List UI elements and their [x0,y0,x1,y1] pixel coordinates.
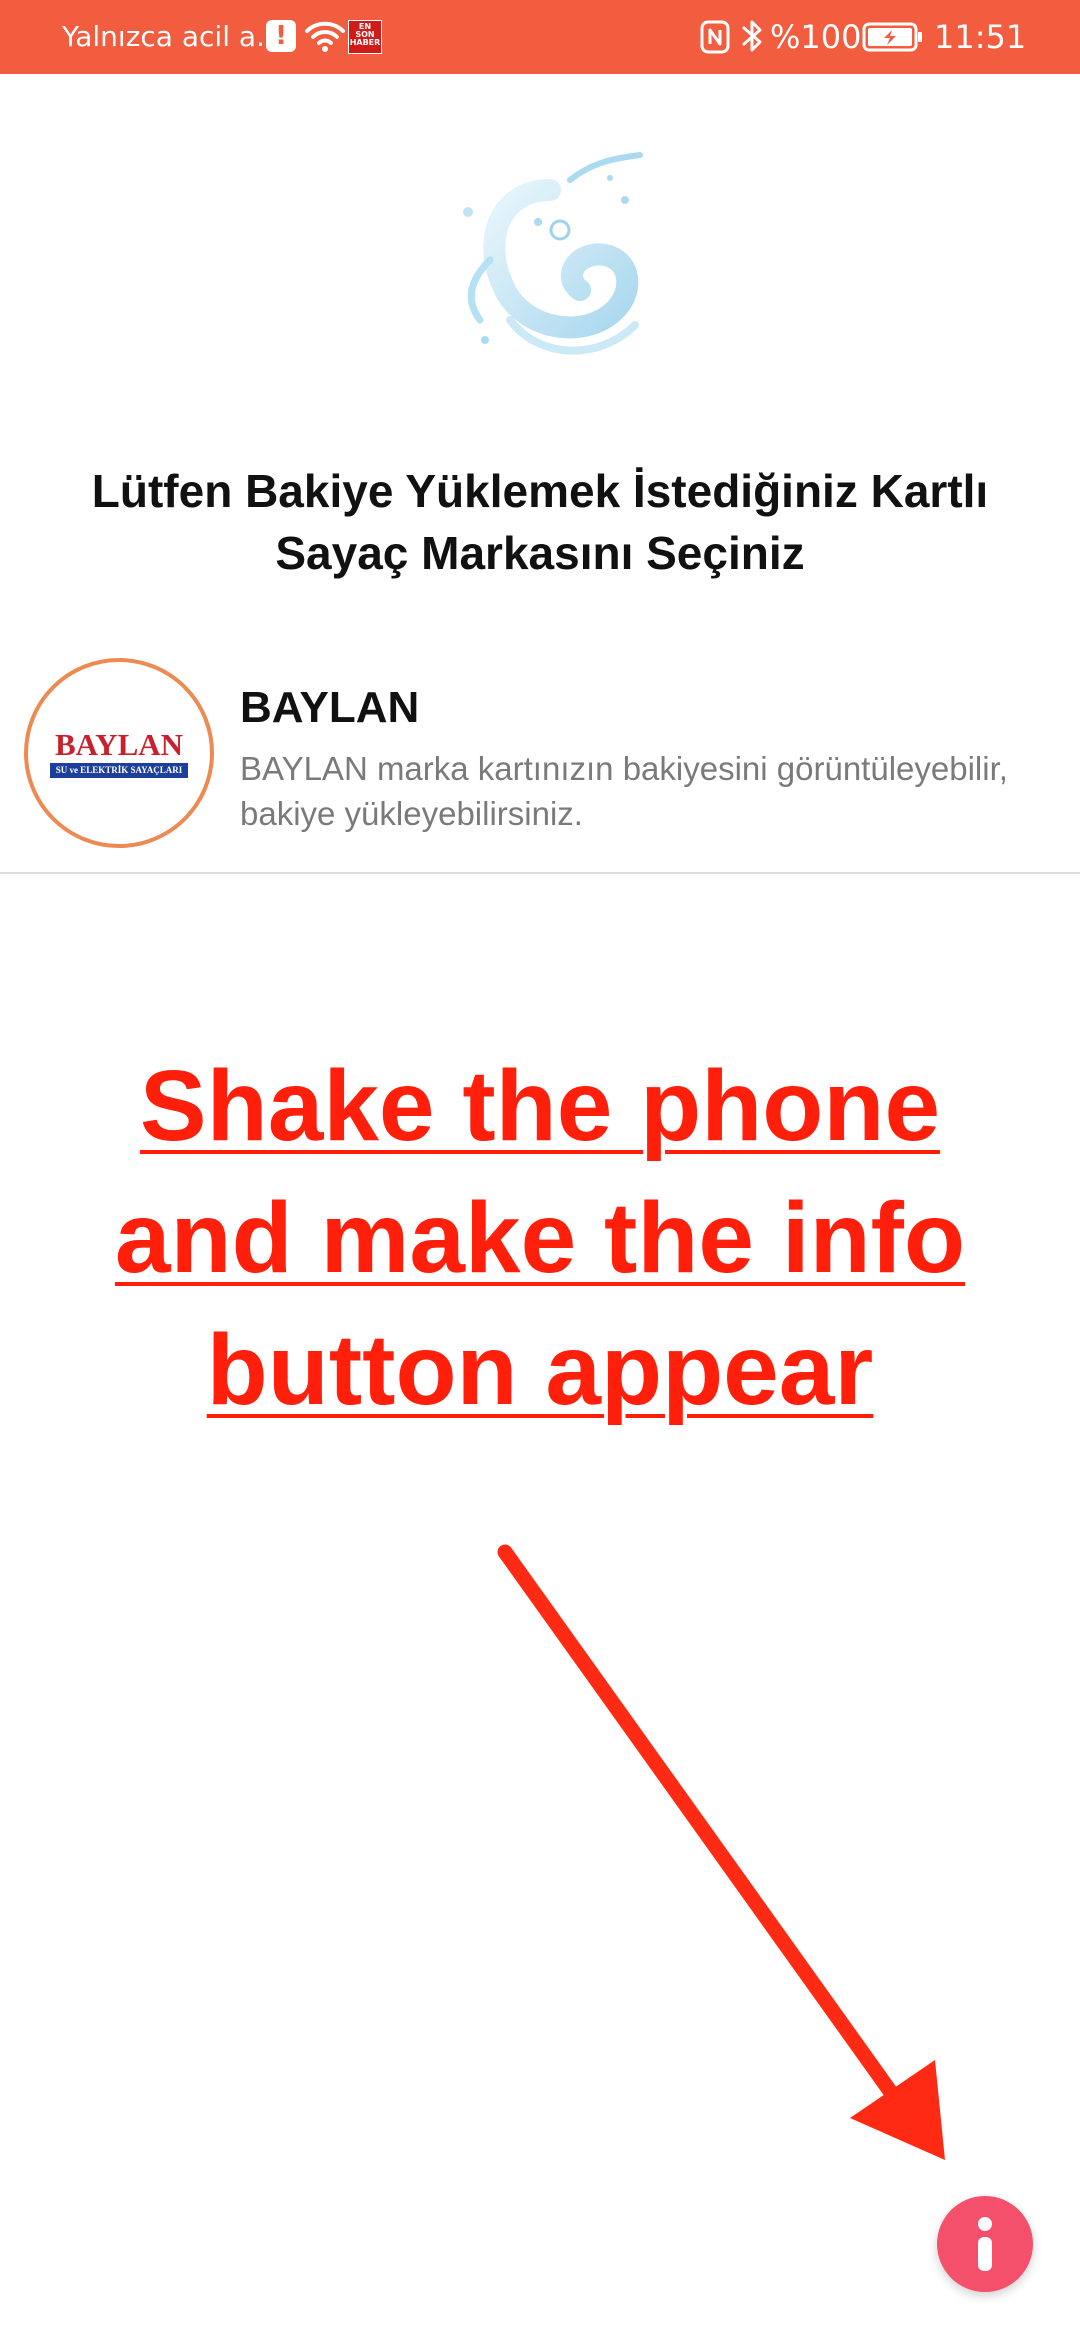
wifi-icon [305,21,345,52]
brand-list-item-baylan[interactable]: BAYLAN SU ve ELEKTRİK SAYAÇLARI BAYLAN B… [0,648,1080,874]
page-title: Lütfen Bakiye Yüklemek İstediğiniz Kartl… [91,465,989,579]
news-app-icon: EN SON HABER [348,20,382,54]
alert-icon: ! [266,20,296,52]
brand-description: BAYLAN marka kartınızın bakiyesini görün… [240,750,1008,832]
info-icon [978,2217,992,2271]
app-screen: Yalnızca acil a... ! EN SON HABER %100 1… [0,0,1080,2340]
list-divider [0,872,1080,874]
baylan-logo-word: BAYLAN [54,727,184,762]
battery-charging-icon [862,22,922,52]
brand-name: BAYLAN [240,683,420,732]
baylan-logo: BAYLAN SU ve ELEKTRİK SAYAÇLARI [24,658,214,848]
battery-percent: %100 [770,18,862,56]
emergency-calls-text: Yalnızca acil a... [62,20,283,53]
status-bar: Yalnızca acil a... ! EN SON HABER %100 1… [0,0,1080,74]
info-button[interactable] [937,2196,1033,2292]
clock: 11:51 [934,18,1027,56]
baylan-logo-tagline: SU ve ELEKTRİK SAYAÇLARI [50,763,188,778]
nfc-icon [700,20,730,54]
water-splash-logo [463,152,643,355]
instruction-text: Shake the phone and make the info button… [114,1050,966,1426]
bluetooth-icon [742,20,762,52]
